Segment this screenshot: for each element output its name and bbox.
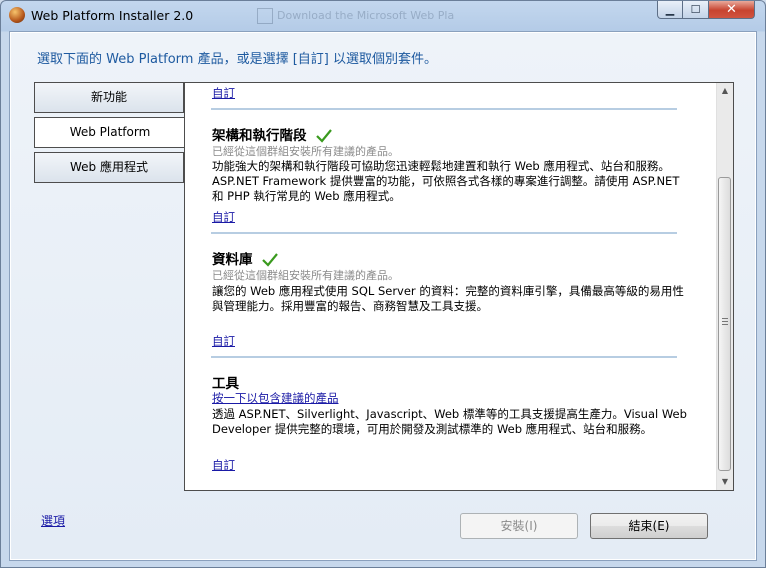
description-line: 透過 ASP.NET、Silverlight、Javascript、Web 標準… xyxy=(212,407,687,421)
tab-whats-new[interactable]: 新功能 xyxy=(34,82,184,113)
section-title-tools: 工具 xyxy=(212,376,239,392)
background-window-ghost: Download the Microsoft Web Pla xyxy=(257,5,457,27)
section-title-text: 資料庫 xyxy=(212,252,253,268)
options-link[interactable]: 選項 xyxy=(41,512,65,529)
installer-window: Web Platform Installer 2.0 Download the … xyxy=(0,0,766,568)
app-icon xyxy=(9,7,25,23)
description-line: ASP.NET Framework 提供豐富的功能，可依照各式各樣的專案進行調整… xyxy=(212,174,680,188)
description-line: Developer 提供完整的環境，可用於開發及測試標準的 Web 應用程式、站… xyxy=(212,422,653,436)
close-icon: ✕ xyxy=(726,2,737,17)
check-icon xyxy=(315,129,332,143)
section-title-frameworks: 架構和執行階段 xyxy=(212,124,333,144)
custom-link-tools[interactable]: 自訂 xyxy=(212,457,235,473)
window-title: Web Platform Installer 2.0 xyxy=(31,8,194,23)
title-bar[interactable]: Web Platform Installer 2.0 Download the … xyxy=(1,1,765,31)
maximize-icon: ☐ xyxy=(690,3,701,16)
separator xyxy=(211,232,677,234)
install-button[interactable]: 安裝(I) xyxy=(460,513,578,539)
close-button[interactable]: ✕ xyxy=(709,1,755,19)
web-platform-panel: 自訂 架構和執行階段 已經從這個群組安裝所有建議的產品。 功能強大的架構和執行階… xyxy=(184,82,734,491)
scroll-up-arrow-icon[interactable]: ▲ xyxy=(717,83,733,99)
scrollbar-thumb[interactable] xyxy=(718,177,731,471)
maximize-button[interactable]: ☐ xyxy=(683,1,709,19)
section-description-database: 讓您的 Web 應用程式使用 SQL Server 的資料：完整的資料庫引擎，具… xyxy=(212,284,690,314)
custom-link-frameworks[interactable]: 自訂 xyxy=(212,209,235,225)
description-line: 功能強大的架構和執行階段可協助您迅速輕鬆地建置和執行 Web 應用程式、站台和服… xyxy=(212,159,670,173)
include-recommended-link[interactable]: 按一下以包含建議的產品 xyxy=(212,390,339,406)
vertical-scrollbar[interactable]: ▲ ▼ xyxy=(716,83,733,490)
section-description-frameworks: 功能強大的架構和執行階段可協助您迅速輕鬆地建置和執行 Web 應用程式、站台和服… xyxy=(212,159,690,204)
minimize-button[interactable]: ▁ xyxy=(657,1,683,19)
section-title-database: 資料庫 xyxy=(212,248,279,268)
description-line: 讓您的 Web 應用程式使用 SQL Server 的資料：完整的資料庫引擎，具… xyxy=(212,284,684,298)
panel-content: 自訂 架構和執行階段 已經從這個群組安裝所有建議的產品。 功能強大的架構和執行階… xyxy=(185,83,717,490)
separator xyxy=(211,356,677,358)
separator xyxy=(211,108,677,110)
tab-web-platform[interactable]: Web Platform xyxy=(34,117,185,148)
finish-button[interactable]: 結束(E) xyxy=(590,513,708,539)
caption-buttons: ▁ ☐ ✕ xyxy=(657,1,755,20)
ghost-window-icon xyxy=(257,8,273,24)
instruction-text: 選取下面的 Web Platform 產品，或是選擇 [自訂] 以選取個別套件。 xyxy=(37,52,437,67)
section-status-database: 已經從這個群組安裝所有建議的產品。 xyxy=(212,269,399,282)
minimize-icon: ▁ xyxy=(665,3,675,16)
section-description-tools: 透過 ASP.NET、Silverlight、Javascript、Web 標準… xyxy=(212,407,690,437)
scrollbar-grip-icon xyxy=(722,318,728,327)
check-icon xyxy=(261,253,278,267)
tab-web-applications[interactable]: Web 應用程式 xyxy=(34,152,184,183)
description-line: 和 PHP 執行常見的 Web 應用程式。 xyxy=(212,189,401,203)
custom-link-previous[interactable]: 自訂 xyxy=(212,85,235,101)
section-title-text: 架構和執行階段 xyxy=(212,128,307,144)
ghost-window-title: Download the Microsoft Web Pla xyxy=(277,9,455,22)
scroll-down-arrow-icon[interactable]: ▼ xyxy=(717,474,733,490)
description-line: 與管理能力。採用豐富的報告、商務智慧及工具支援。 xyxy=(212,299,488,313)
custom-link-database[interactable]: 自訂 xyxy=(212,333,235,349)
section-status-frameworks: 已經從這個群組安裝所有建議的產品。 xyxy=(212,145,399,158)
